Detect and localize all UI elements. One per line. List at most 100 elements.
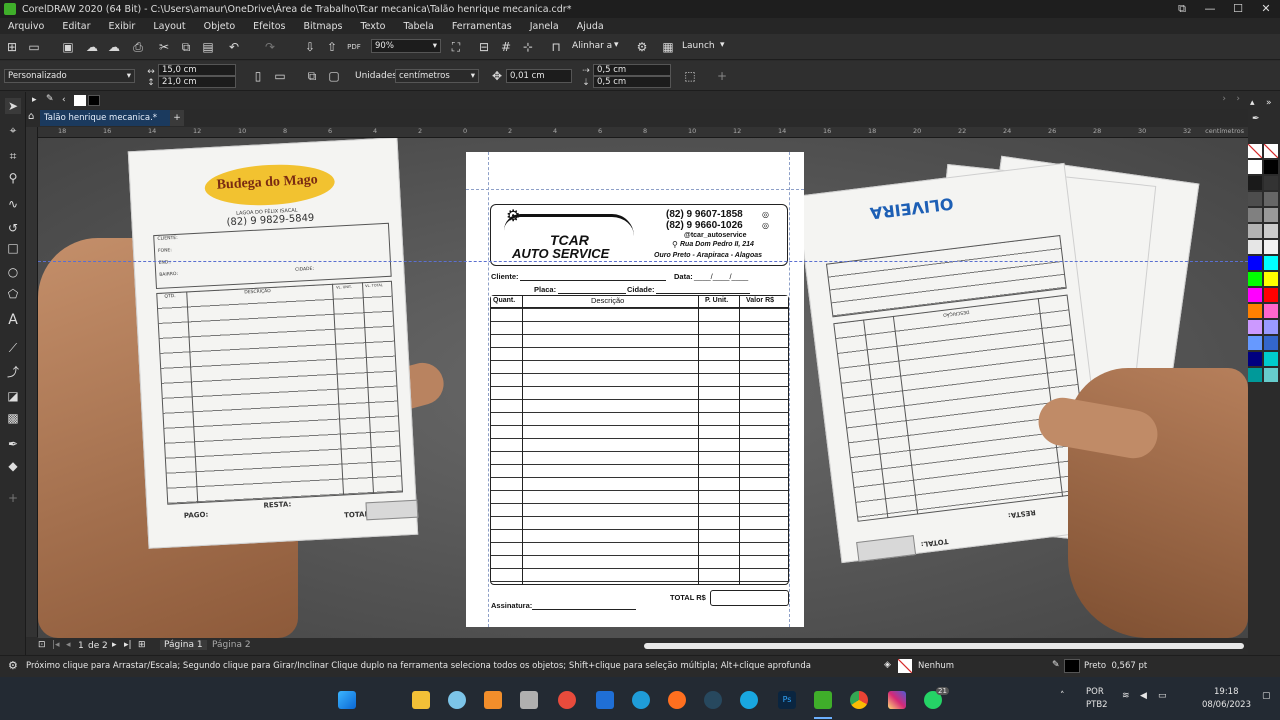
duplicate-y-field[interactable]: 0,5 cm xyxy=(593,76,671,88)
skype-icon[interactable] xyxy=(740,691,758,709)
gear-icon[interactable]: ⚙ xyxy=(634,39,650,55)
menu-texto[interactable]: Texto xyxy=(360,21,385,32)
duplicate-x-field[interactable]: 0,5 cm xyxy=(593,64,671,76)
color-swatch[interactable] xyxy=(1264,288,1278,302)
color-swatch[interactable] xyxy=(1248,240,1262,254)
file-explorer-icon[interactable] xyxy=(412,691,430,709)
copy-icon[interactable]: ⧉ xyxy=(178,39,194,55)
rulers-icon[interactable]: ⊟ xyxy=(476,39,492,55)
battery-icon[interactable]: ▭ xyxy=(1158,691,1167,701)
color-swatch[interactable] xyxy=(1264,176,1278,190)
no-color-swatch[interactable] xyxy=(1248,144,1262,158)
color-swatch[interactable] xyxy=(1248,352,1262,366)
windows-start-icon[interactable] xyxy=(338,691,356,709)
color-swatch[interactable] xyxy=(1264,256,1278,270)
tab-page-2[interactable]: Página 2 xyxy=(208,640,255,650)
menu-objeto[interactable]: Objeto xyxy=(204,21,236,32)
app-icon-4[interactable] xyxy=(520,691,538,709)
gear-icon[interactable]: ⚙ xyxy=(8,659,18,672)
color-swatch[interactable] xyxy=(1264,352,1278,366)
menu-ferramentas[interactable]: Ferramentas xyxy=(452,21,512,32)
color-swatch[interactable] xyxy=(1248,256,1262,270)
page-height-field[interactable]: 21,0 cm xyxy=(158,76,236,88)
cloud-icon[interactable]: ☁ xyxy=(106,39,122,55)
color-swatch[interactable] xyxy=(1248,272,1262,286)
chevron-left-icon[interactable]: ‹ xyxy=(62,95,66,105)
drawing-canvas[interactable]: Budega do Mago LAGOA DO FÉLIX ISACAL (82… xyxy=(38,138,1248,638)
pick-tool-icon[interactable]: ➤ xyxy=(5,98,21,114)
color-swatch[interactable] xyxy=(1264,160,1278,174)
color-swatch[interactable] xyxy=(1264,208,1278,222)
menu-exibir[interactable]: Exibir xyxy=(109,21,136,32)
menu-ajuda[interactable]: Ajuda xyxy=(577,21,604,32)
new-document-icon[interactable]: ⊞ xyxy=(4,39,20,55)
color-swatch[interactable] xyxy=(1264,240,1278,254)
notifications-icon[interactable]: ▢ xyxy=(1262,691,1271,701)
color-swatch[interactable] xyxy=(1248,320,1262,334)
color-swatch[interactable] xyxy=(1248,368,1262,382)
white-swatch-icon[interactable] xyxy=(74,95,86,106)
tab-document[interactable]: Talão henrique mecanica.* xyxy=(40,110,180,126)
color-swatch[interactable] xyxy=(1248,288,1262,302)
coreldraw-icon[interactable] xyxy=(814,691,832,709)
export-icon[interactable]: ⇧ xyxy=(324,39,340,55)
parallel-dimension-icon[interactable]: ⟋ xyxy=(5,340,21,356)
guidelines-icon[interactable]: ⊹ xyxy=(520,39,536,55)
add-tool-icon[interactable]: + xyxy=(5,490,21,506)
cloud-upload-icon[interactable]: ☁ xyxy=(84,39,100,55)
no-color-swatch-2[interactable] xyxy=(1264,144,1278,158)
add-icon[interactable]: + xyxy=(714,68,730,84)
launch-label[interactable]: Launch xyxy=(682,41,715,51)
palette-arrow-icon[interactable]: ▴ xyxy=(1250,98,1255,108)
color-swatch[interactable] xyxy=(1248,208,1262,222)
eyedropper-icon[interactable]: ✒ xyxy=(1252,114,1260,124)
last-page-icon[interactable]: ▸| xyxy=(124,640,132,650)
ellipse-tool-icon[interactable]: ○ xyxy=(5,264,21,280)
black-swatch-icon[interactable] xyxy=(88,95,100,106)
redo-icon[interactable]: ↷ xyxy=(262,39,278,55)
restore-icon[interactable]: ⧉ xyxy=(1168,0,1196,18)
photoshop-icon[interactable]: Ps xyxy=(778,691,796,709)
color-swatch[interactable] xyxy=(1264,368,1278,382)
input-lang-2[interactable]: PTB2 xyxy=(1086,700,1108,710)
color-swatch[interactable] xyxy=(1264,304,1278,318)
full-screen-icon[interactable]: ⛶ xyxy=(448,39,464,55)
color-swatch[interactable] xyxy=(1264,320,1278,334)
add-page-icon[interactable]: ⊞ xyxy=(138,640,146,650)
clock-time[interactable]: 19:18 xyxy=(1214,687,1239,697)
pdf-icon[interactable]: PDF xyxy=(346,39,362,55)
instagram-icon[interactable] xyxy=(888,691,906,709)
close-button[interactable]: ✕ xyxy=(1252,0,1280,18)
scroll-left-icon[interactable]: › xyxy=(1222,94,1226,104)
app-icon-6[interactable] xyxy=(596,691,614,709)
align-to-label[interactable]: Alinhar a xyxy=(572,41,612,51)
print-icon[interactable]: ⎙ xyxy=(130,39,146,55)
crop-tool-icon[interactable]: ⌗ xyxy=(5,148,21,164)
input-lang-1[interactable]: POR xyxy=(1086,687,1104,697)
undo-icon[interactable]: ↶ xyxy=(226,39,242,55)
app-icon-3[interactable] xyxy=(484,691,502,709)
connector-tool-icon[interactable]: ⤴ xyxy=(5,364,21,380)
clock-date[interactable]: 08/06/2023 xyxy=(1202,700,1251,710)
volume-icon[interactable]: ◀ xyxy=(1140,691,1147,701)
polygon-tool-icon[interactable]: ⬠ xyxy=(5,286,21,302)
chevron-down-icon[interactable]: ▾ xyxy=(614,40,619,50)
next-page-icon[interactable]: ▸ xyxy=(112,640,117,650)
tab-page-1[interactable]: Página 1 xyxy=(160,640,207,650)
launch-icon[interactable]: ▦ xyxy=(660,39,676,55)
drop-shadow-icon[interactable]: ◪ xyxy=(5,388,21,404)
menu-tabela[interactable]: Tabela xyxy=(403,21,433,32)
horizontal-scrollbar[interactable] xyxy=(644,643,1244,649)
scroll-right-icon[interactable]: › xyxy=(1236,94,1240,104)
maximize-button[interactable]: ☐ xyxy=(1224,0,1252,18)
menu-layout[interactable]: Layout xyxy=(153,21,185,32)
zoom-field[interactable]: 90% ▾ xyxy=(371,39,441,53)
chrome-icon[interactable] xyxy=(850,691,868,709)
transparency-tool-icon[interactable]: ▩ xyxy=(5,410,21,426)
grid-icon[interactable]: # xyxy=(498,39,514,55)
app-icon-2[interactable] xyxy=(448,691,466,709)
app-icon-5[interactable] xyxy=(558,691,576,709)
save-icon[interactable]: ▣ xyxy=(60,39,76,55)
color-swatch[interactable] xyxy=(1248,336,1262,350)
document-page[interactable]: ⚙ TCAR AUTO SERVICE (82) 9 9607-1858 ◎ (… xyxy=(466,152,804,627)
